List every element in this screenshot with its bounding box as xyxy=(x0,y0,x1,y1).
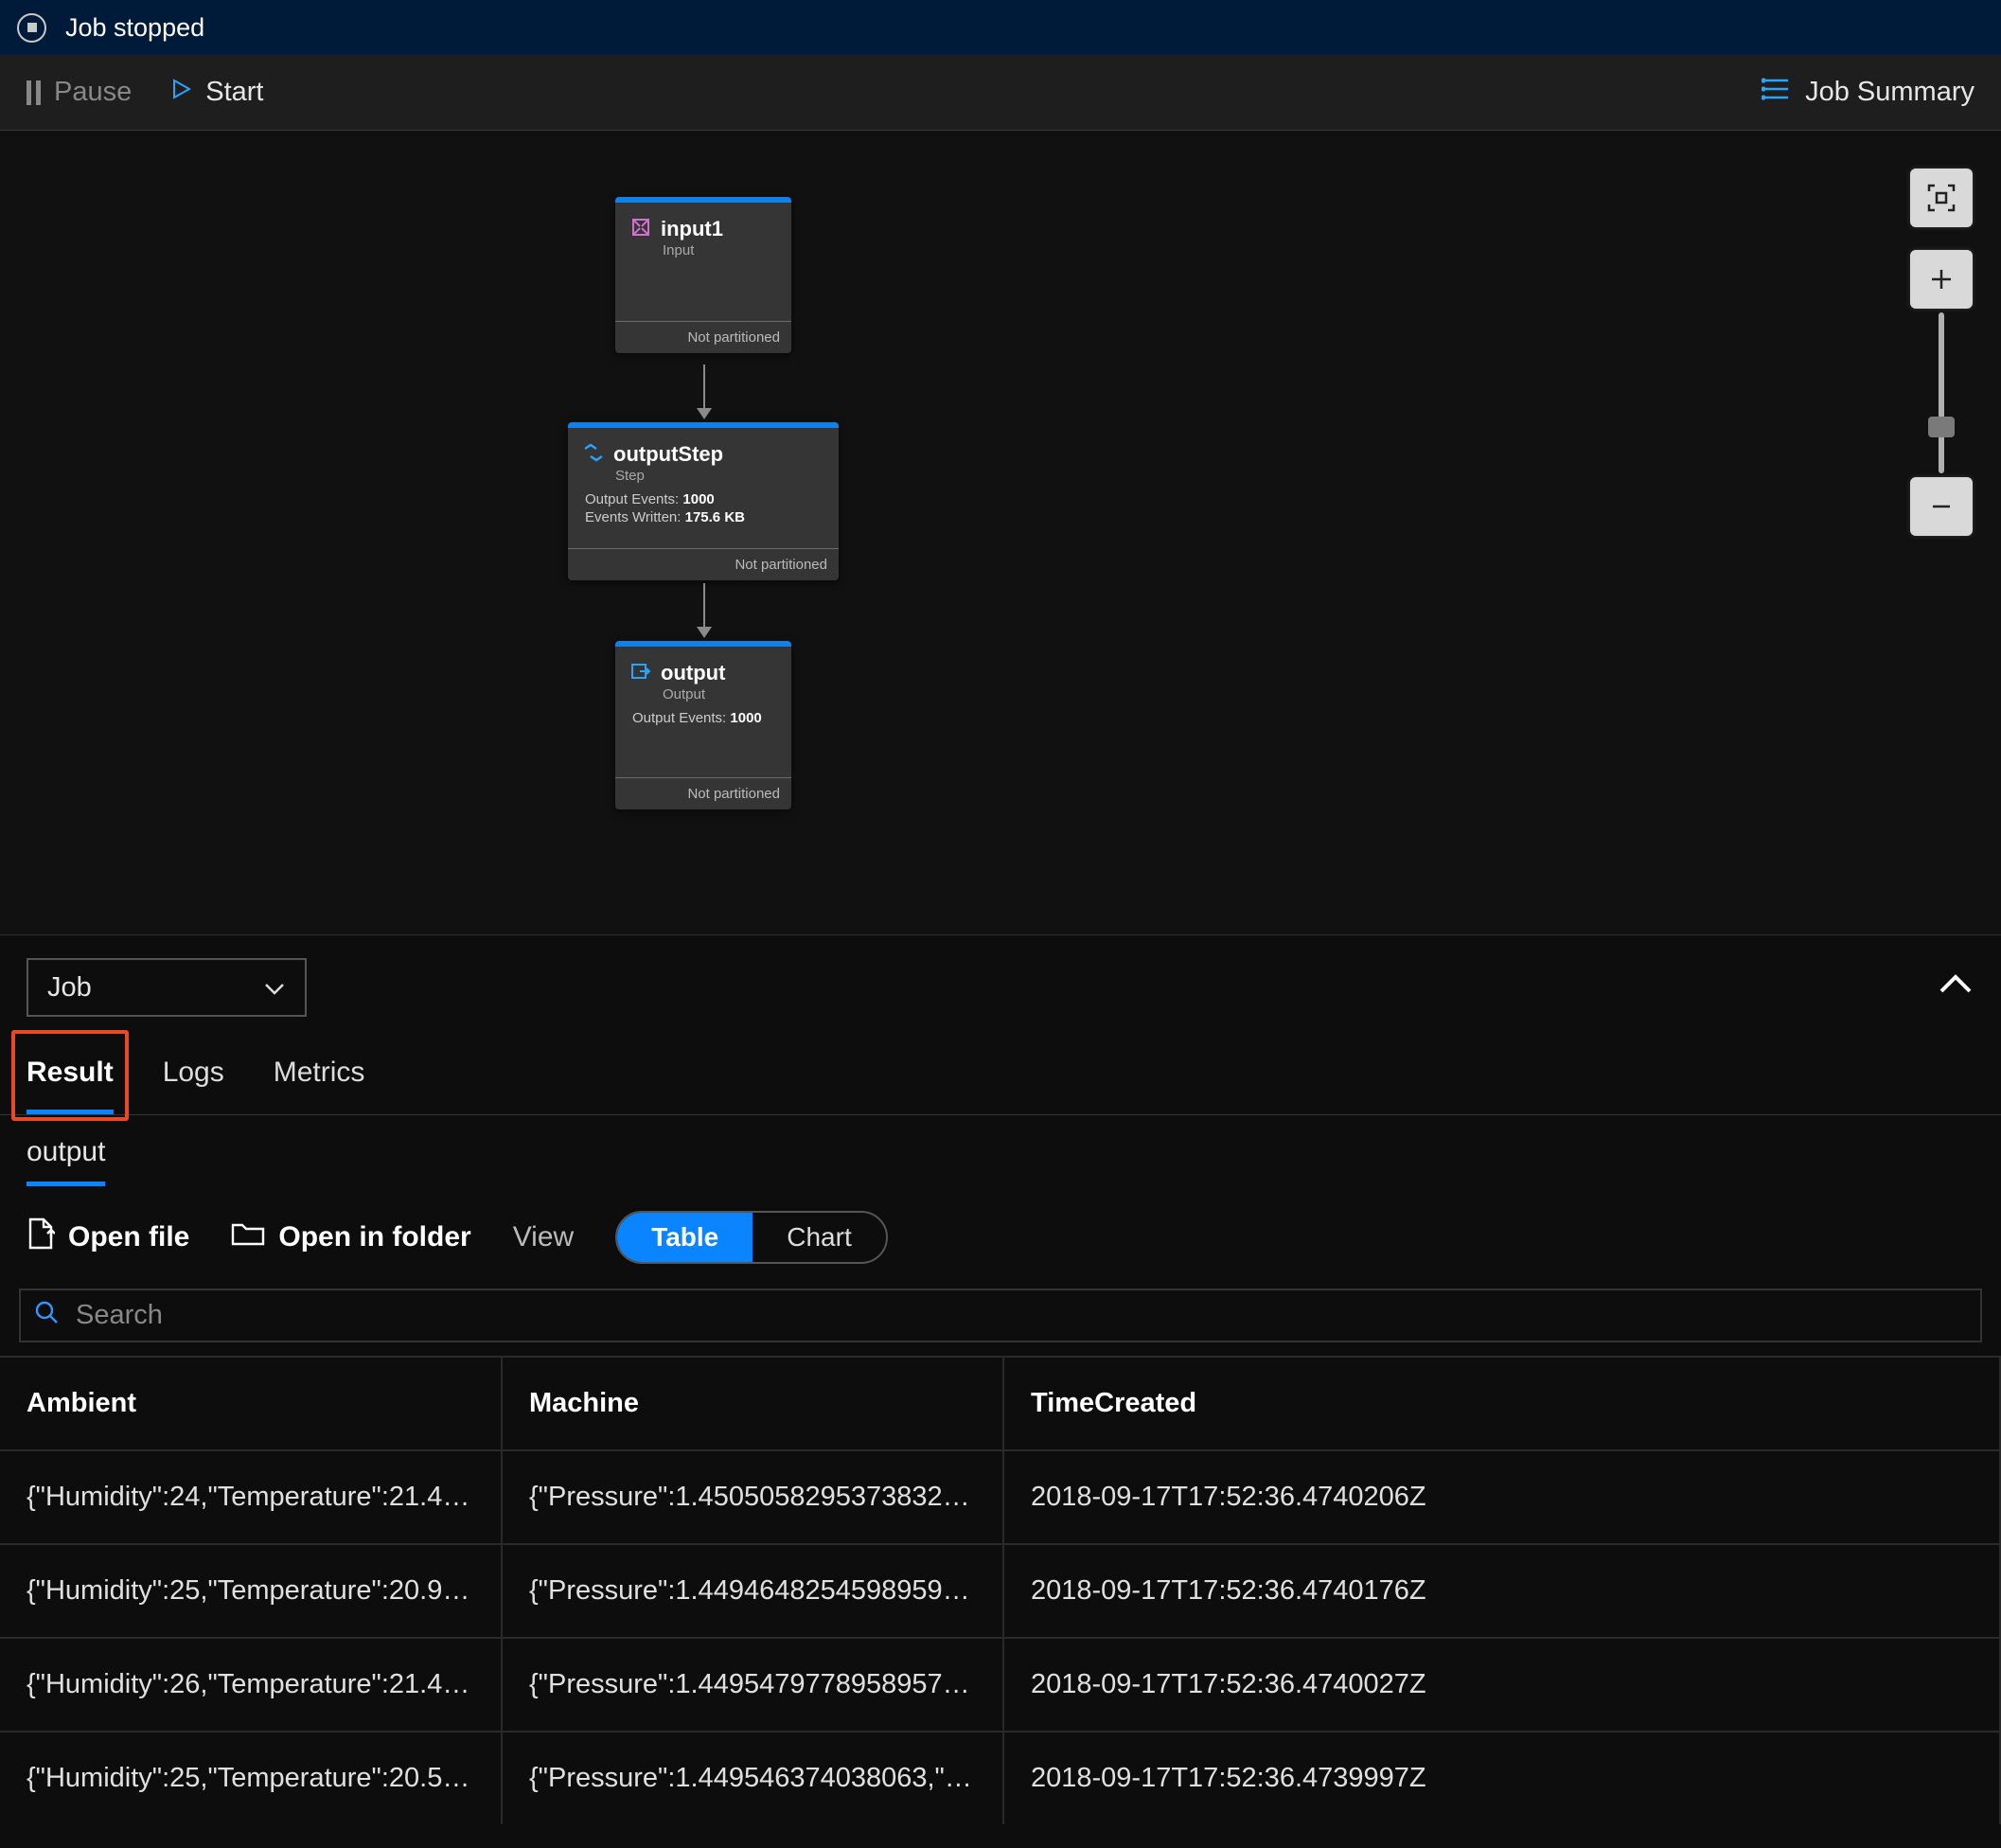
node-partition-label: Not partitioned xyxy=(615,777,791,809)
table-cell: 2018-09-17T17:52:36.4740027Z xyxy=(1003,1638,2000,1732)
node-output[interactable]: output Output Output Events: 1000 Not pa… xyxy=(615,641,791,809)
node-input1[interactable]: input1 Input Not partitioned xyxy=(615,197,791,353)
table-cell: {"Humidity":25,"Temperature":20.94... xyxy=(0,1544,502,1638)
view-toggle: Table Chart xyxy=(615,1211,888,1264)
pause-label: Pause xyxy=(54,77,132,108)
node-subtitle: Input xyxy=(663,242,776,258)
open-folder-label: Open in folder xyxy=(278,1221,470,1253)
zoom-controls xyxy=(1908,169,1974,536)
node-subtitle: Output xyxy=(663,686,776,702)
table-cell: {"Pressure":1.4495479778958957,"Te... xyxy=(502,1638,1003,1732)
fit-button[interactable] xyxy=(1910,169,1973,227)
connector-arrow xyxy=(697,627,712,638)
pause-icon xyxy=(27,80,41,105)
col-ambient[interactable]: Ambient xyxy=(0,1357,502,1450)
view-label: View xyxy=(513,1221,574,1253)
collapse-button[interactable] xyxy=(1937,970,1974,1005)
open-file-button[interactable]: Open file xyxy=(27,1217,189,1257)
scope-dropdown[interactable]: Job xyxy=(27,958,307,1017)
job-summary-button[interactable]: Job Summary xyxy=(1762,77,1974,108)
status-bar: Job stopped xyxy=(0,0,2001,55)
table-cell: 2018-09-17T17:52:36.4740206Z xyxy=(1003,1450,2000,1544)
file-icon xyxy=(27,1217,55,1257)
node-title: outputStep xyxy=(613,442,723,467)
results-table: Ambient Machine TimeCreated {"Humidity":… xyxy=(0,1356,2001,1824)
table-row[interactable]: {"Humidity":25,"Temperature":20.94...{"P… xyxy=(0,1544,2000,1638)
node-title: output xyxy=(661,661,725,685)
chevron-down-icon xyxy=(263,972,286,1003)
search-row xyxy=(0,1288,2001,1356)
search-icon xyxy=(34,1300,59,1331)
view-table-button[interactable]: Table xyxy=(617,1213,753,1262)
table-row[interactable]: {"Humidity":25,"Temperature":20.58...{"P… xyxy=(0,1732,2000,1824)
output-subtabs: output xyxy=(0,1115,2001,1186)
dropdown-value: Job xyxy=(47,972,92,1004)
table-cell: {"Pressure":1.4494648254598959,"Te... xyxy=(502,1544,1003,1638)
diagram-canvas[interactable]: input1 Input Not partitioned outputStep … xyxy=(0,131,2001,935)
job-summary-label: Job Summary xyxy=(1805,77,1974,108)
connector-line xyxy=(703,364,705,410)
zoom-slider[interactable] xyxy=(1939,312,1944,473)
table-cell: {"Pressure":1.4505058295373832,"Te... xyxy=(502,1450,1003,1544)
stop-icon xyxy=(17,13,46,43)
table-cell: 2018-09-17T17:52:36.4739997Z xyxy=(1003,1732,2000,1824)
table-cell: {"Pressure":1.449546374038063,"Te... xyxy=(502,1732,1003,1824)
table-cell: {"Humidity":24,"Temperature":21.43... xyxy=(0,1450,502,1544)
main-tabs: Result Logs Metrics xyxy=(0,1036,2001,1115)
table-row[interactable]: {"Humidity":24,"Temperature":21.43...{"P… xyxy=(0,1450,2000,1544)
mid-bar: Job xyxy=(0,935,2001,1036)
search-box[interactable] xyxy=(19,1288,1982,1342)
connector-arrow xyxy=(697,408,712,419)
play-icon xyxy=(169,77,192,108)
tab-result[interactable]: Result xyxy=(27,1057,114,1114)
node-partition-label: Not partitioned xyxy=(568,548,839,580)
folder-icon xyxy=(231,1219,265,1255)
zoom-out-button[interactable] xyxy=(1910,477,1973,536)
node-metric: Output Events: 1000 xyxy=(632,710,776,726)
actions-row: Open file Open in folder View Table Char… xyxy=(0,1186,2001,1288)
node-metric: Output Events: 1000 xyxy=(585,491,823,507)
table-cell: {"Humidity":25,"Temperature":20.58... xyxy=(0,1732,502,1824)
table-cell: {"Humidity":26,"Temperature":21.41... xyxy=(0,1638,502,1732)
view-chart-button[interactable]: Chart xyxy=(753,1213,885,1262)
node-partition-label: Not partitioned xyxy=(615,321,791,353)
open-folder-button[interactable]: Open in folder xyxy=(231,1219,470,1255)
input-icon xyxy=(630,214,651,244)
start-button[interactable]: Start xyxy=(169,77,263,108)
connector-line xyxy=(703,583,705,629)
table-header-row: Ambient Machine TimeCreated xyxy=(0,1357,2000,1450)
col-machine[interactable]: Machine xyxy=(502,1357,1003,1450)
status-text: Job stopped xyxy=(65,13,204,43)
subtab-output[interactable]: output xyxy=(27,1136,105,1186)
output-icon xyxy=(630,658,651,688)
search-input[interactable] xyxy=(76,1300,1967,1331)
zoom-thumb[interactable] xyxy=(1928,417,1955,437)
node-title: input1 xyxy=(661,217,723,241)
step-icon xyxy=(583,439,604,470)
col-timecreated[interactable]: TimeCreated xyxy=(1003,1357,2000,1450)
open-file-label: Open file xyxy=(68,1221,189,1253)
node-outputstep[interactable]: outputStep Step Output Events: 1000 Even… xyxy=(568,422,839,580)
table-row[interactable]: {"Humidity":26,"Temperature":21.41...{"P… xyxy=(0,1638,2000,1732)
table-cell: 2018-09-17T17:52:36.4740176Z xyxy=(1003,1544,2000,1638)
tab-metrics[interactable]: Metrics xyxy=(274,1057,365,1114)
node-subtitle: Step xyxy=(615,468,823,484)
list-icon xyxy=(1762,77,1790,108)
pause-button[interactable]: Pause xyxy=(27,77,132,108)
toolbar: Pause Start Job Summary xyxy=(0,55,2001,131)
start-label: Start xyxy=(205,77,263,108)
tab-logs[interactable]: Logs xyxy=(163,1057,224,1114)
node-metric: Events Written: 175.6 KB xyxy=(585,509,823,525)
zoom-in-button[interactable] xyxy=(1910,250,1973,309)
